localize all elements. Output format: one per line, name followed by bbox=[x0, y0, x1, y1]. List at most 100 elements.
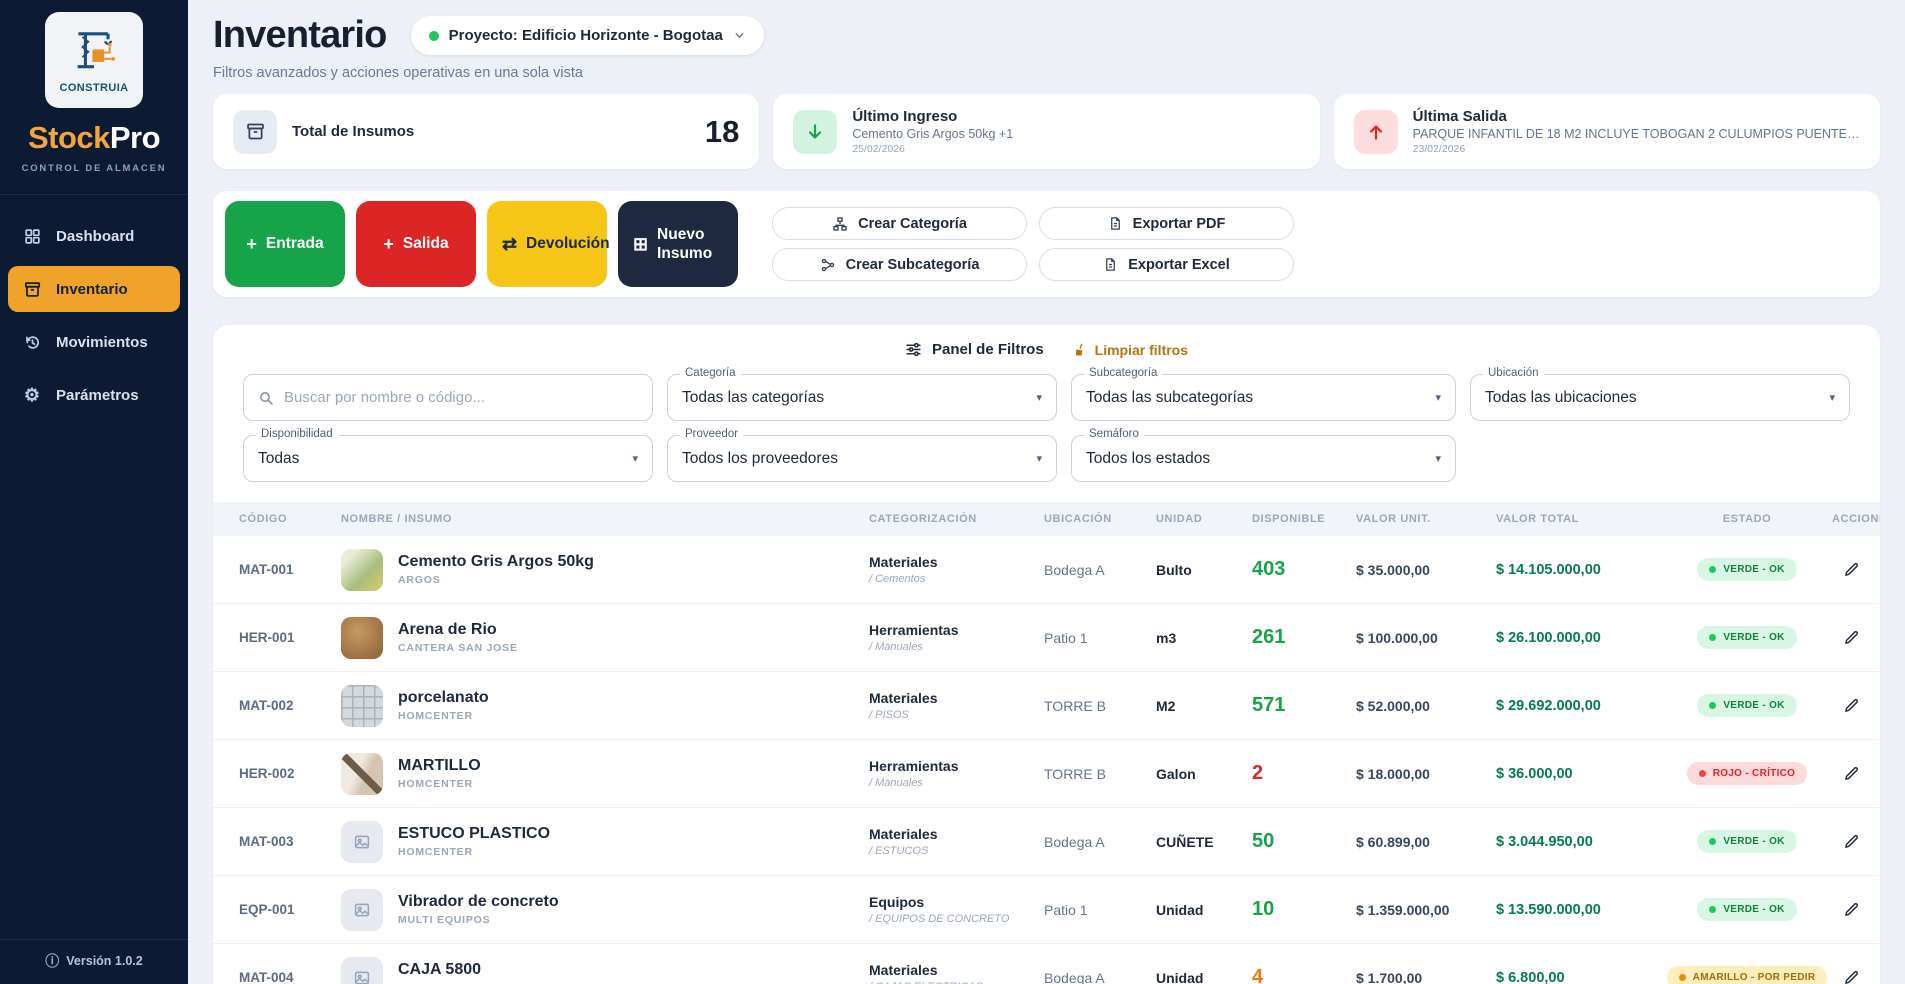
edit-pencil-icon[interactable] bbox=[1843, 697, 1860, 714]
search-box bbox=[243, 374, 653, 421]
stat-date: 23/02/2026 bbox=[1413, 143, 1860, 155]
cell-status: VERDE - OK bbox=[1672, 558, 1822, 581]
clear-filters-button[interactable]: Limpiar filtros bbox=[1072, 342, 1188, 358]
caret-down-icon: ▾ bbox=[1036, 391, 1042, 404]
exportar-pdf-button[interactable]: Exportar PDF bbox=[1039, 207, 1294, 240]
cell-location: TORRE B bbox=[1034, 698, 1146, 714]
primary-actions: + Entrada + Salida ⇄ Devolución ⊞ Nuevo … bbox=[225, 201, 738, 287]
caret-down-icon: ▾ bbox=[632, 452, 638, 465]
inventory-icon bbox=[21, 278, 43, 300]
status-badge: ROJO - CRÍTICO bbox=[1687, 762, 1808, 785]
caret-down-icon: ▾ bbox=[1829, 391, 1835, 404]
entrada-button[interactable]: + Entrada bbox=[225, 201, 345, 287]
button-label: Salida bbox=[403, 234, 449, 253]
edit-pencil-icon[interactable] bbox=[1843, 629, 1860, 646]
app-brand-subtitle: CONTROL DE ALMACEN bbox=[0, 163, 188, 174]
cell-total-value: $ 14.105.000,00 bbox=[1486, 562, 1672, 578]
column-header: ESTADO bbox=[1672, 513, 1822, 525]
status-badge: VERDE - OK bbox=[1697, 830, 1796, 853]
version-footer: ⓘ Versión 1.0.2 bbox=[0, 939, 188, 984]
filter-value: Todas bbox=[258, 450, 299, 468]
cell-actions bbox=[1822, 969, 1880, 984]
edit-pencil-icon[interactable] bbox=[1843, 765, 1860, 782]
history-icon bbox=[21, 331, 43, 353]
cell-status: VERDE - OK bbox=[1672, 626, 1822, 649]
box-plus-icon: ⊞ bbox=[633, 235, 648, 253]
sidebar-item-parmetros[interactable]: ⚙ Parámetros bbox=[8, 372, 180, 418]
filter-categora[interactable]: Categoría Todas las categorías ▾ bbox=[667, 374, 1057, 421]
product-brand: ARGOS bbox=[398, 574, 594, 586]
crear-categor-a-button[interactable]: Crear Categoría bbox=[772, 207, 1027, 240]
cell-code: MAT-001 bbox=[213, 562, 331, 577]
edit-pencil-icon[interactable] bbox=[1843, 833, 1860, 850]
sidebar-item-dashboard[interactable]: Dashboard bbox=[8, 213, 180, 259]
button-label: Devolución bbox=[526, 234, 592, 253]
project-selector[interactable]: Proyecto: Edificio Horizonte - Bogotaa bbox=[411, 16, 764, 55]
cell-name: MARTILLO HOMCENTER bbox=[331, 753, 859, 795]
search-input[interactable] bbox=[284, 389, 638, 406]
cell-unit: CUÑETE bbox=[1146, 834, 1242, 850]
cell-actions bbox=[1822, 697, 1880, 714]
filter-label: Subcategoría bbox=[1084, 367, 1162, 379]
stat-date: 25/02/2026 bbox=[852, 143, 1299, 155]
stat-label: Última Salida bbox=[1413, 108, 1860, 125]
product-brand: CANTERA SAN JOSE bbox=[398, 642, 518, 654]
stat-label: Total de Insumos bbox=[292, 123, 690, 140]
inventory-panel: Panel de Filtros Limpiar filtros Catego bbox=[213, 325, 1880, 984]
exportar-excel-button[interactable]: Exportar Excel bbox=[1039, 248, 1294, 281]
cell-code: MAT-003 bbox=[213, 834, 331, 849]
cell-actions bbox=[1822, 765, 1880, 782]
salida-button[interactable]: + Salida bbox=[356, 201, 476, 287]
cell-available: 50 bbox=[1242, 830, 1346, 853]
filter-value: Todas las categorías bbox=[682, 389, 824, 407]
button-label: Entrada bbox=[266, 234, 324, 253]
cell-unit: m3 bbox=[1146, 630, 1242, 646]
sidebar-item-label: Movimientos bbox=[56, 334, 148, 351]
filter-ubicacin[interactable]: Ubicación Todas las ubicaciones ▾ bbox=[1470, 374, 1850, 421]
button-label: Nuevo Insumo bbox=[657, 225, 723, 264]
cell-total-value: $ 13.590.000,00 bbox=[1486, 902, 1672, 918]
product-brand: HOMCENTER bbox=[398, 846, 550, 858]
stat-ultima-salida: Última Salida PARQUE INFANTIL DE 18 M2 I… bbox=[1334, 94, 1880, 169]
devoluci-n-button[interactable]: ⇄ Devolución bbox=[487, 201, 607, 287]
cell-location: TORRE B bbox=[1034, 766, 1146, 782]
stat-total-insumos: Total de Insumos 18 bbox=[213, 94, 759, 169]
cell-unit-value: $ 60.899,00 bbox=[1346, 834, 1486, 850]
table-row: MAT-001 Cemento Gris Argos 50kg ARGOS Ma… bbox=[213, 536, 1880, 604]
sidebar-item-movimientos[interactable]: Movimientos bbox=[8, 319, 180, 365]
branch-icon bbox=[820, 257, 836, 273]
filter-semforo[interactable]: Semáforo Todos los estados ▾ bbox=[1071, 435, 1456, 482]
filter-subcategora[interactable]: Subcategoría Todas las subcategorías ▾ bbox=[1071, 374, 1456, 421]
filter-value: Todos los estados bbox=[1086, 450, 1210, 468]
image-icon bbox=[341, 821, 383, 863]
button-label: Exportar PDF bbox=[1133, 216, 1226, 232]
info-icon: ⓘ bbox=[45, 951, 59, 971]
chevron-down-icon bbox=[733, 29, 746, 42]
swap-icon: ⇄ bbox=[502, 235, 517, 253]
button-label: Exportar Excel bbox=[1128, 257, 1230, 273]
crear-subcategor-a-button[interactable]: Crear Subcategoría bbox=[772, 248, 1027, 281]
product-brand: HOMCENTER bbox=[398, 778, 481, 790]
status-badge: VERDE - OK bbox=[1697, 694, 1796, 717]
cell-code: HER-002 bbox=[213, 766, 331, 781]
edit-pencil-icon[interactable] bbox=[1843, 561, 1860, 578]
company-logo: CONSTRUIA bbox=[45, 12, 143, 108]
image-icon bbox=[341, 889, 383, 931]
filter-label: Ubicación bbox=[1483, 367, 1544, 379]
table-row: EQP-001 Vibrador de concreto MULTI EQUIP… bbox=[213, 876, 1880, 944]
nuevo-insumo-button[interactable]: ⊞ Nuevo Insumo bbox=[618, 201, 738, 287]
cell-name: porcelanato HOMCENTER bbox=[331, 685, 859, 727]
sliders-icon bbox=[905, 341, 922, 358]
filter-proveedor[interactable]: Proveedor Todos los proveedores ▾ bbox=[667, 435, 1057, 482]
sidebar-item-label: Inventario bbox=[56, 281, 128, 298]
status-badge: VERDE - OK bbox=[1697, 626, 1796, 649]
cell-status: AMARILLO - POR PEDIR bbox=[1672, 966, 1822, 984]
filter-disponibilidad[interactable]: Disponibilidad Todas ▾ bbox=[243, 435, 653, 482]
sitemap-icon bbox=[832, 216, 848, 232]
cell-available: 2 bbox=[1242, 762, 1346, 785]
edit-pencil-icon[interactable] bbox=[1843, 969, 1860, 984]
sidebar-item-inventario[interactable]: Inventario bbox=[8, 266, 180, 312]
edit-pencil-icon[interactable] bbox=[1843, 901, 1860, 918]
cell-available: 4 bbox=[1242, 966, 1346, 984]
box-icon bbox=[233, 110, 277, 154]
